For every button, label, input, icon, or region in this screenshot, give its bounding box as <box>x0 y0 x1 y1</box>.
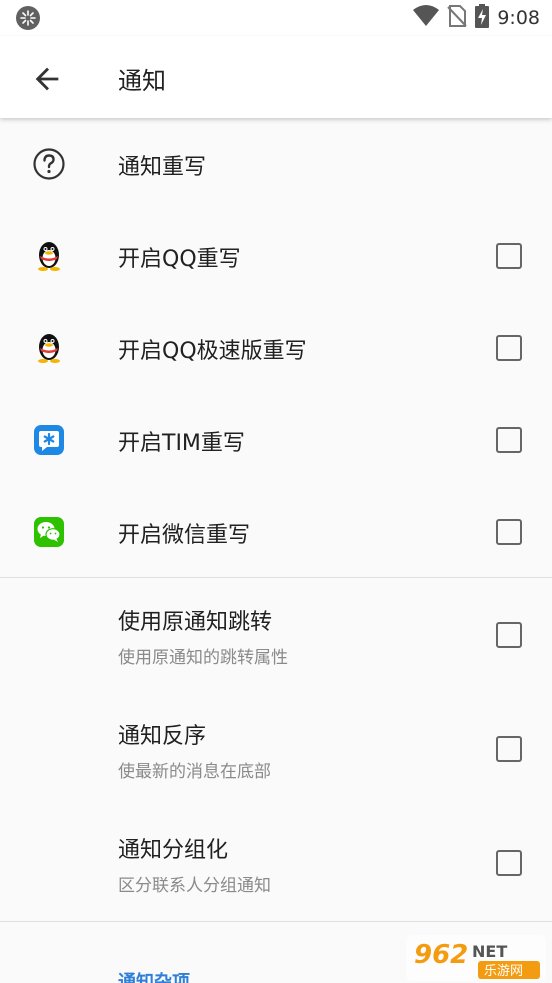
list-item-enable-qq[interactable]: 开启QQ重写 <box>0 210 552 302</box>
item-label: 通知分组化 <box>118 838 229 863</box>
list-item-notification-rewrite[interactable]: 通知重写 <box>0 118 552 210</box>
item-label: 开启QQ极速版重写 <box>118 339 307 364</box>
watermark-caption: 乐游网 <box>484 964 523 979</box>
item-label: 使用原通知跳转 <box>118 610 273 635</box>
item-label: 开启TIM重写 <box>118 431 245 456</box>
arrow-back-icon[interactable] <box>30 62 64 96</box>
divider <box>0 921 552 922</box>
wifi-icon <box>413 5 440 31</box>
item-summary: 使最新的消息在底部 <box>118 762 271 782</box>
help-circle-icon <box>32 147 66 181</box>
status-bar: 9:08 <box>0 0 552 36</box>
preference-list: 通知重写 开启QQ重写 开启QQ极速版重写 开启TIM重写 开启微信重写 使用原… <box>0 118 552 983</box>
no-sim-icon <box>447 4 468 32</box>
app-bar: 通知 <box>0 36 552 118</box>
enable-tim-checkbox[interactable] <box>496 427 522 453</box>
enable-qq-checkbox[interactable] <box>496 243 522 269</box>
qq-penguin-icon <box>32 239 66 273</box>
tim-icon <box>32 423 66 457</box>
page-title: 通知 <box>118 67 166 95</box>
list-item-use-original-jump[interactable]: 使用原通知跳转 使用原通知的跳转属性 <box>0 578 552 692</box>
section-header-misc: 通知杂项 <box>118 972 190 983</box>
battery-charging-icon <box>475 4 490 32</box>
item-label: 开启QQ重写 <box>118 247 241 272</box>
item-summary: 使用原通知的跳转属性 <box>118 648 288 668</box>
settings-notification-icon <box>16 6 40 30</box>
item-label: 开启微信重写 <box>118 523 251 548</box>
item-label: 通知重写 <box>118 155 207 180</box>
watermark-logo: 962 NET 乐游网 <box>406 933 546 983</box>
list-item-enable-tim[interactable]: 开启TIM重写 <box>0 394 552 486</box>
item-label: 通知反序 <box>118 724 207 749</box>
qq-penguin-icon <box>32 331 66 365</box>
enable-wechat-checkbox[interactable] <box>496 519 522 545</box>
list-item-enable-qq-lite[interactable]: 开启QQ极速版重写 <box>0 302 552 394</box>
watermark-suffix: NET <box>472 942 507 961</box>
reverse-order-checkbox[interactable] <box>496 736 522 762</box>
use-original-jump-checkbox[interactable] <box>496 622 522 648</box>
enable-qq-lite-checkbox[interactable] <box>496 335 522 361</box>
item-summary: 区分联系人分组通知 <box>118 876 271 896</box>
list-item-reverse-order[interactable]: 通知反序 使最新的消息在底部 <box>0 692 552 806</box>
grouping-checkbox[interactable] <box>496 850 522 876</box>
watermark-brand: 962 <box>414 940 468 970</box>
list-item-grouping[interactable]: 通知分组化 区分联系人分组通知 <box>0 806 552 920</box>
wechat-icon <box>32 515 66 549</box>
status-time: 9:08 <box>497 7 540 29</box>
list-item-enable-wechat[interactable]: 开启微信重写 <box>0 486 552 578</box>
